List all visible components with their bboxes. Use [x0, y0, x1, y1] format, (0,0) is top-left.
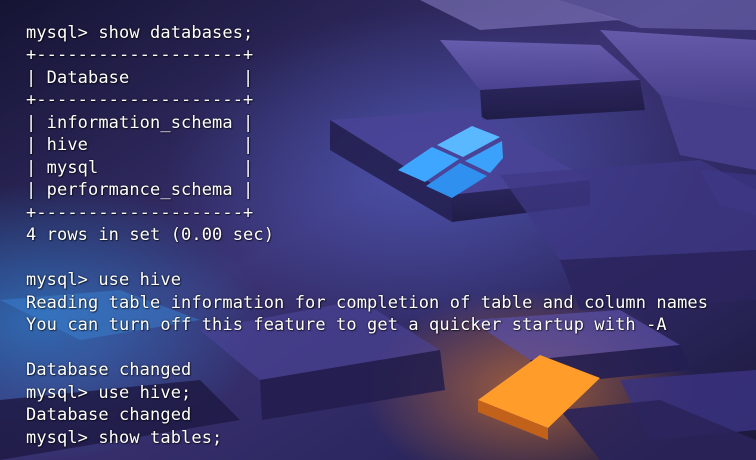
terminal-line: Database changed — [26, 405, 192, 425]
terminal-line: mysql> use hive — [26, 270, 182, 290]
terminal-line: | mysql | — [26, 158, 254, 178]
terminal-output: mysql> show databases; +----------------… — [0, 0, 756, 460]
terminal-line: | information_schema | — [26, 113, 254, 133]
terminal-line: Reading table information for completion… — [26, 293, 709, 313]
terminal-line: | hive | — [26, 135, 254, 155]
terminal-line: 4 rows in set (0.00 sec) — [26, 225, 275, 245]
terminal-line: +--------------------+ — [26, 203, 254, 223]
terminal-line: mysql> show databases; — [26, 23, 254, 43]
terminal-line: +--------------------+ — [26, 45, 254, 65]
terminal-line: Database changed — [26, 360, 192, 380]
terminal-line: mysql> use hive; — [26, 383, 192, 403]
terminal-line: You can turn off this feature to get a q… — [26, 315, 667, 335]
terminal-line: mysql> show tables; — [26, 428, 223, 448]
terminal-line: | Database | — [26, 68, 254, 88]
terminal-line: | performance_schema | — [26, 180, 254, 200]
terminal-line: +--------------------+ — [26, 90, 254, 110]
